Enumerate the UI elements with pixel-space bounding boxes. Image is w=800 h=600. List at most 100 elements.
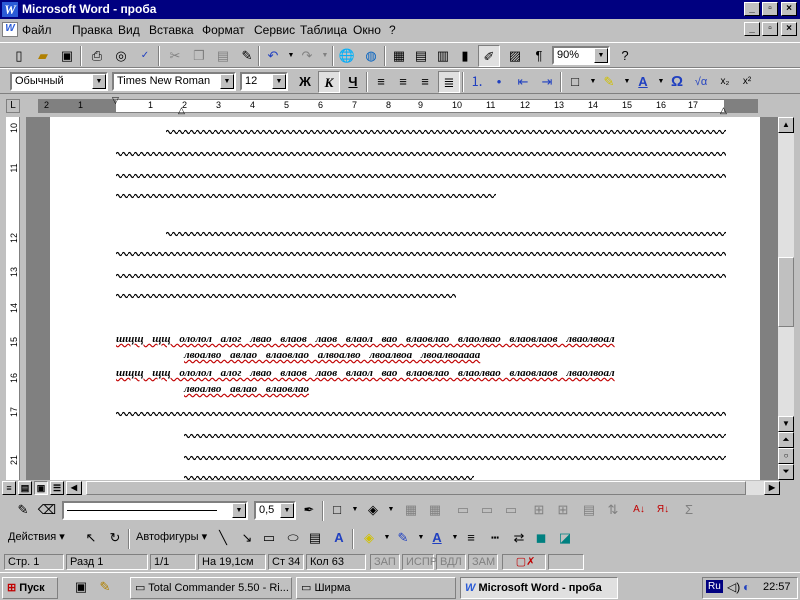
decrease-indent-icon[interactable]: ⇤ — [512, 71, 534, 93]
right-indent-icon[interactable]: △ — [720, 105, 727, 116]
doc-minimize-button[interactable]: _ — [744, 22, 760, 36]
task-total-commander[interactable]: ▭ Total Commander 5.50 - Ri... — [130, 577, 292, 599]
quicklaunch-icon[interactable]: ✎ — [94, 576, 116, 598]
superscript-icon[interactable]: x² — [736, 71, 758, 93]
save-icon[interactable]: ▣ — [56, 45, 78, 67]
paragraph-line[interactable]: шщщ щщ ололол алог лвао влаов лаов влаол… — [116, 367, 615, 379]
document-icon[interactable]: W — [2, 22, 18, 37]
increase-indent-icon[interactable]: ⇥ — [536, 71, 558, 93]
bullets-icon[interactable]: • — [488, 71, 510, 93]
hanging-indent-icon[interactable]: △ — [178, 105, 185, 116]
subscript-icon[interactable]: x₂ — [714, 71, 736, 93]
menu-format[interactable]: Формат — [202, 23, 245, 37]
chevron-down-icon[interactable]: ▼ — [272, 74, 286, 89]
print-icon[interactable]: ⎙ — [86, 45, 108, 67]
border-color-icon[interactable]: ✒ — [298, 499, 320, 521]
tray-app-icon[interactable]: ◐ — [743, 580, 750, 594]
table-autoformat-icon[interactable]: ▤ — [578, 499, 600, 521]
document-map-icon[interactable]: ▨ — [504, 45, 526, 67]
menu-tools[interactable]: Сервис — [254, 23, 295, 37]
minimize-button[interactable]: _ — [744, 2, 760, 16]
3d-icon[interactable]: ◪ — [554, 527, 576, 549]
insert-table-icon[interactable]: ▤ — [410, 45, 432, 67]
task-shirma[interactable]: ▭ Ширма — [296, 577, 456, 599]
line-weight-select[interactable]: 0,5 ▼ — [254, 501, 296, 520]
print-layout-icon[interactable]: ▣ — [34, 481, 48, 495]
chevron-down-icon[interactable]: ▼ — [280, 503, 294, 518]
font-size-select[interactable]: 12 ▼ — [240, 72, 288, 91]
select-browse-object-icon[interactable]: ○ — [778, 448, 794, 464]
wordart-icon[interactable]: A — [328, 527, 350, 549]
shadow-icon[interactable]: ◼ — [530, 527, 552, 549]
pencil-icon[interactable]: ✎ — [12, 499, 34, 521]
autoshapes-menu[interactable]: Автофигуры ▾ — [136, 530, 207, 543]
bold-button[interactable]: Ж — [294, 71, 316, 93]
distribute-rows-icon[interactable]: ⊞ — [528, 499, 550, 521]
equation-icon[interactable]: √α — [690, 71, 712, 93]
start-button[interactable]: ⊞ Пуск — [2, 577, 58, 599]
clock[interactable]: 22:57 — [763, 581, 791, 593]
status-track-changes[interactable]: ИСПР — [402, 554, 437, 570]
style-select[interactable]: Обычный ▼ — [10, 72, 108, 91]
first-line-indent-icon[interactable]: ▽ — [112, 95, 119, 106]
insert-hyperlink-icon[interactable]: 🌐 — [336, 45, 358, 67]
web-layout-icon[interactable]: ▤ — [18, 481, 32, 495]
center-vertically-icon[interactable]: ▭ — [476, 499, 498, 521]
document-page[interactable]: шщщ щщ ололол алог лвао влаов лаов влаол… — [50, 117, 760, 480]
language-indicator[interactable]: Ru — [706, 580, 723, 593]
copy-icon[interactable]: ❐ — [188, 45, 210, 67]
eraser-icon[interactable]: ⌫ — [36, 499, 58, 521]
format-painter-icon[interactable]: ✎ — [236, 45, 258, 67]
oval-icon[interactable]: ⬭ — [282, 527, 304, 549]
horizontal-scrollbar[interactable]: ≡ ▤ ▣ ☰ ◀ ▶ — [0, 480, 794, 496]
help-icon[interactable]: ? — [614, 45, 636, 67]
arrow-icon[interactable]: ↘ — [236, 527, 258, 549]
new-document-icon[interactable]: ▯ — [8, 45, 30, 67]
horizontal-ruler[interactable]: L 2 1 1 2 3 4 5 6 7 8 9 10 11 12 13 14 1… — [0, 95, 800, 117]
sort-descending-icon[interactable]: Я↓ — [652, 499, 674, 521]
open-folder-icon[interactable]: ▰ — [32, 45, 54, 67]
menu-help[interactable]: ? — [389, 23, 396, 37]
menu-insert[interactable]: Вставка — [149, 23, 194, 37]
arrow-style-icon[interactable]: ⇄ — [508, 527, 530, 549]
sort-ascending-icon[interactable]: A↓ — [628, 499, 650, 521]
chevron-down-icon[interactable]: ▼ — [220, 74, 234, 89]
maximize-button[interactable]: ▫ — [762, 2, 778, 16]
align-center-icon[interactable]: ≡ — [392, 71, 414, 93]
vertical-scrollbar[interactable]: ▲ ▼ ⏶ ○ ⏷ — [778, 117, 794, 480]
shading-dropdown-icon[interactable]: ▼ — [380, 499, 402, 521]
align-right-icon[interactable]: ≡ — [414, 71, 436, 93]
zoom-select[interactable]: 90% ▼ — [552, 46, 610, 65]
align-top-icon[interactable]: ▭ — [452, 499, 474, 521]
paragraph-line[interactable]: шщщ щщ ололол алог лвао влаов лаов влаол… — [116, 333, 615, 345]
line-style-icon[interactable]: ≡ — [460, 527, 482, 549]
outline-view-icon[interactable]: ☰ — [50, 481, 64, 495]
scroll-thumb[interactable] — [778, 257, 794, 327]
menu-file[interactable]: Файл — [22, 23, 52, 37]
tables-borders-icon[interactable]: ▦ — [388, 45, 410, 67]
menu-edit[interactable]: Правка — [72, 23, 113, 37]
scroll-right-icon[interactable]: ▶ — [764, 481, 780, 495]
distribute-columns-icon[interactable]: ⊞ — [552, 499, 574, 521]
split-cells-icon[interactable]: ▦ — [424, 499, 446, 521]
cut-icon[interactable]: ✂ — [164, 45, 186, 67]
spelling-icon[interactable]: ✓ — [134, 45, 156, 67]
symbol-icon[interactable]: Ω — [666, 71, 688, 93]
numbering-icon[interactable]: ⒈ — [466, 71, 488, 93]
merge-cells-icon[interactable]: ▦ — [400, 499, 422, 521]
align-bottom-icon[interactable]: ▭ — [500, 499, 522, 521]
line-style-select[interactable]: ▼ — [62, 501, 248, 520]
paste-icon[interactable]: ▤ — [212, 45, 234, 67]
previous-page-icon[interactable]: ⏶ — [778, 432, 794, 448]
chevron-down-icon[interactable]: ▼ — [92, 74, 106, 89]
dash-style-icon[interactable]: ┅ — [484, 527, 506, 549]
menu-window[interactable]: Окно — [353, 23, 381, 37]
document-area[interactable]: шщщ щщ ололол алог лвао влаов лаов влаол… — [26, 117, 778, 480]
task-word[interactable]: W Microsoft Word - проба — [460, 577, 618, 599]
status-extend[interactable]: ВДЛ — [436, 554, 466, 570]
tab-selector-icon[interactable]: L — [6, 99, 20, 113]
status-record[interactable]: ЗАП — [370, 554, 400, 570]
chevron-down-icon[interactable]: ▼ — [594, 48, 608, 63]
line-icon[interactable]: ╲ — [212, 527, 234, 549]
menu-table[interactable]: Таблица — [300, 23, 347, 37]
